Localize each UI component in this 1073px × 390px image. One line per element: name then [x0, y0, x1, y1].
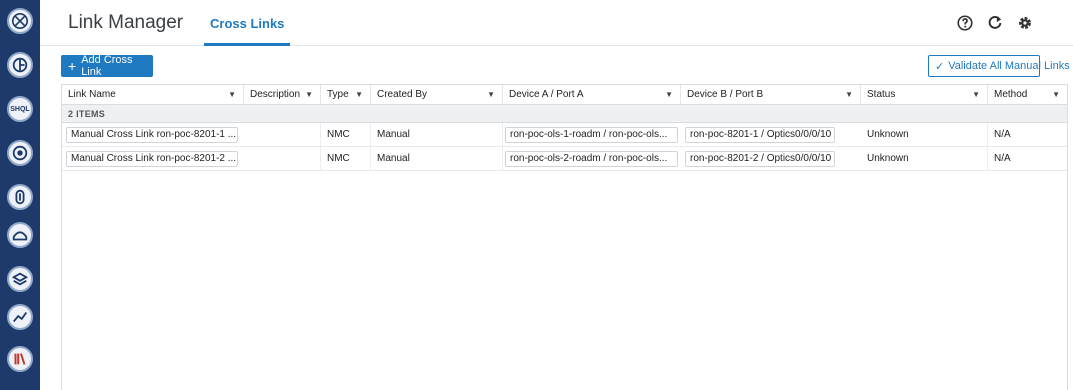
type-cell: NMC — [321, 147, 371, 171]
shql-label: SHQL — [10, 105, 30, 113]
link-icon[interactable] — [7, 184, 33, 210]
column-header-device-a[interactable]: Device A / Port A ▼ — [503, 85, 681, 104]
plus-icon: + — [68, 58, 77, 74]
help-icon[interactable] — [956, 14, 974, 32]
column-label: Method — [994, 89, 1028, 100]
column-label: Status — [867, 89, 896, 100]
created-by-cell: Manual — [371, 147, 503, 171]
chevron-down-icon[interactable]: ▼ — [665, 85, 673, 104]
validate-all-button[interactable]: ✓ Validate All Manual Links — [928, 55, 1070, 77]
chevron-down-icon[interactable]: ▼ — [305, 85, 313, 104]
group-count-row: 2 ITEMS — [62, 105, 1067, 123]
gauge-icon[interactable] — [7, 52, 33, 78]
book-icon[interactable] — [7, 346, 33, 372]
active-tab-indicator — [204, 43, 290, 46]
device-b-cell[interactable]: ron-poc-8201-2 / Optics0/0/0/10 — [685, 151, 835, 167]
created-by-cell: Manual — [371, 123, 503, 147]
table-row[interactable]: Manual Cross Link ron-poc-8201-1 ... NMC… — [62, 123, 1067, 147]
column-label: Device B / Port B — [687, 89, 764, 100]
link-name-cell[interactable]: Manual Cross Link ron-poc-8201-2 ... — [66, 151, 238, 167]
globe-icon[interactable] — [7, 8, 33, 34]
type-cell: NMC — [321, 123, 371, 147]
device-a-cell[interactable]: ron-poc-ols-1-roadm / ron-poc-ols... — [505, 127, 678, 143]
chevron-down-icon[interactable]: ▼ — [972, 85, 980, 104]
column-label: Type — [327, 89, 349, 100]
refresh-icon[interactable] — [986, 14, 1004, 32]
validate-all-label: Validate All Manual Links — [948, 60, 1070, 72]
gear-icon[interactable] — [1016, 14, 1034, 32]
status-cell: Unknown — [861, 147, 988, 171]
method-cell: N/A — [994, 153, 1011, 164]
link-name-cell[interactable]: Manual Cross Link ron-poc-8201-1 ... — [66, 127, 238, 143]
description-cell — [244, 123, 321, 147]
chevron-down-icon[interactable]: ▼ — [1052, 85, 1060, 104]
column-header-created-by[interactable]: Created By ▼ — [371, 85, 503, 104]
app-header: Link Manager Cross Links — [40, 0, 1073, 46]
shql-icon[interactable]: SHQL — [7, 96, 33, 122]
chevron-down-icon[interactable]: ▼ — [487, 85, 495, 104]
chevron-down-icon[interactable]: ▼ — [845, 85, 853, 104]
column-header-type[interactable]: Type ▼ — [321, 85, 371, 104]
column-header-method[interactable]: Method ▼ — [988, 85, 1067, 104]
layers-icon[interactable] — [7, 266, 33, 292]
column-header-link-name[interactable]: Link Name ▼ — [62, 85, 244, 104]
column-label: Link Name — [68, 89, 116, 100]
device-a-cell[interactable]: ron-poc-ols-2-roadm / ron-poc-ols... — [505, 151, 678, 167]
column-label: Description — [250, 89, 301, 100]
column-header-status[interactable]: Status ▼ — [861, 85, 988, 104]
table-row[interactable]: Manual Cross Link ron-poc-8201-2 ... NMC… — [62, 147, 1067, 171]
page-title: Link Manager — [68, 12, 184, 33]
column-header-description[interactable]: Description ▼ — [244, 85, 321, 104]
map-icon[interactable] — [7, 222, 33, 248]
tab-cross-links[interactable]: Cross Links — [210, 16, 284, 31]
left-nav-rail: SHQL — [0, 0, 40, 390]
status-cell: Unknown — [861, 123, 988, 147]
chevron-down-icon[interactable]: ▼ — [355, 85, 363, 104]
column-label: Created By — [377, 89, 428, 100]
device-b-cell[interactable]: ron-poc-8201-1 / Optics0/0/0/10 — [685, 127, 835, 143]
cross-links-table: Link Name ▼ Description ▼ Type ▼ Created By… — [61, 84, 1068, 390]
check-icon: ✓ — [935, 60, 945, 73]
orbit-icon[interactable] — [7, 140, 33, 166]
table-header: Link Name ▼ Description ▼ Type ▼ Created By… — [62, 85, 1067, 105]
trend-icon[interactable] — [7, 304, 33, 330]
column-header-device-b[interactable]: Device B / Port B ▼ — [681, 85, 861, 104]
description-cell — [244, 147, 321, 171]
method-cell: N/A — [994, 129, 1011, 140]
add-cross-link-label: Add Cross Link — [81, 54, 133, 78]
chevron-down-icon[interactable]: ▼ — [228, 85, 236, 104]
column-label: Device A / Port A — [509, 89, 584, 100]
add-cross-link-button[interactable]: + Add Cross Link — [61, 54, 153, 78]
